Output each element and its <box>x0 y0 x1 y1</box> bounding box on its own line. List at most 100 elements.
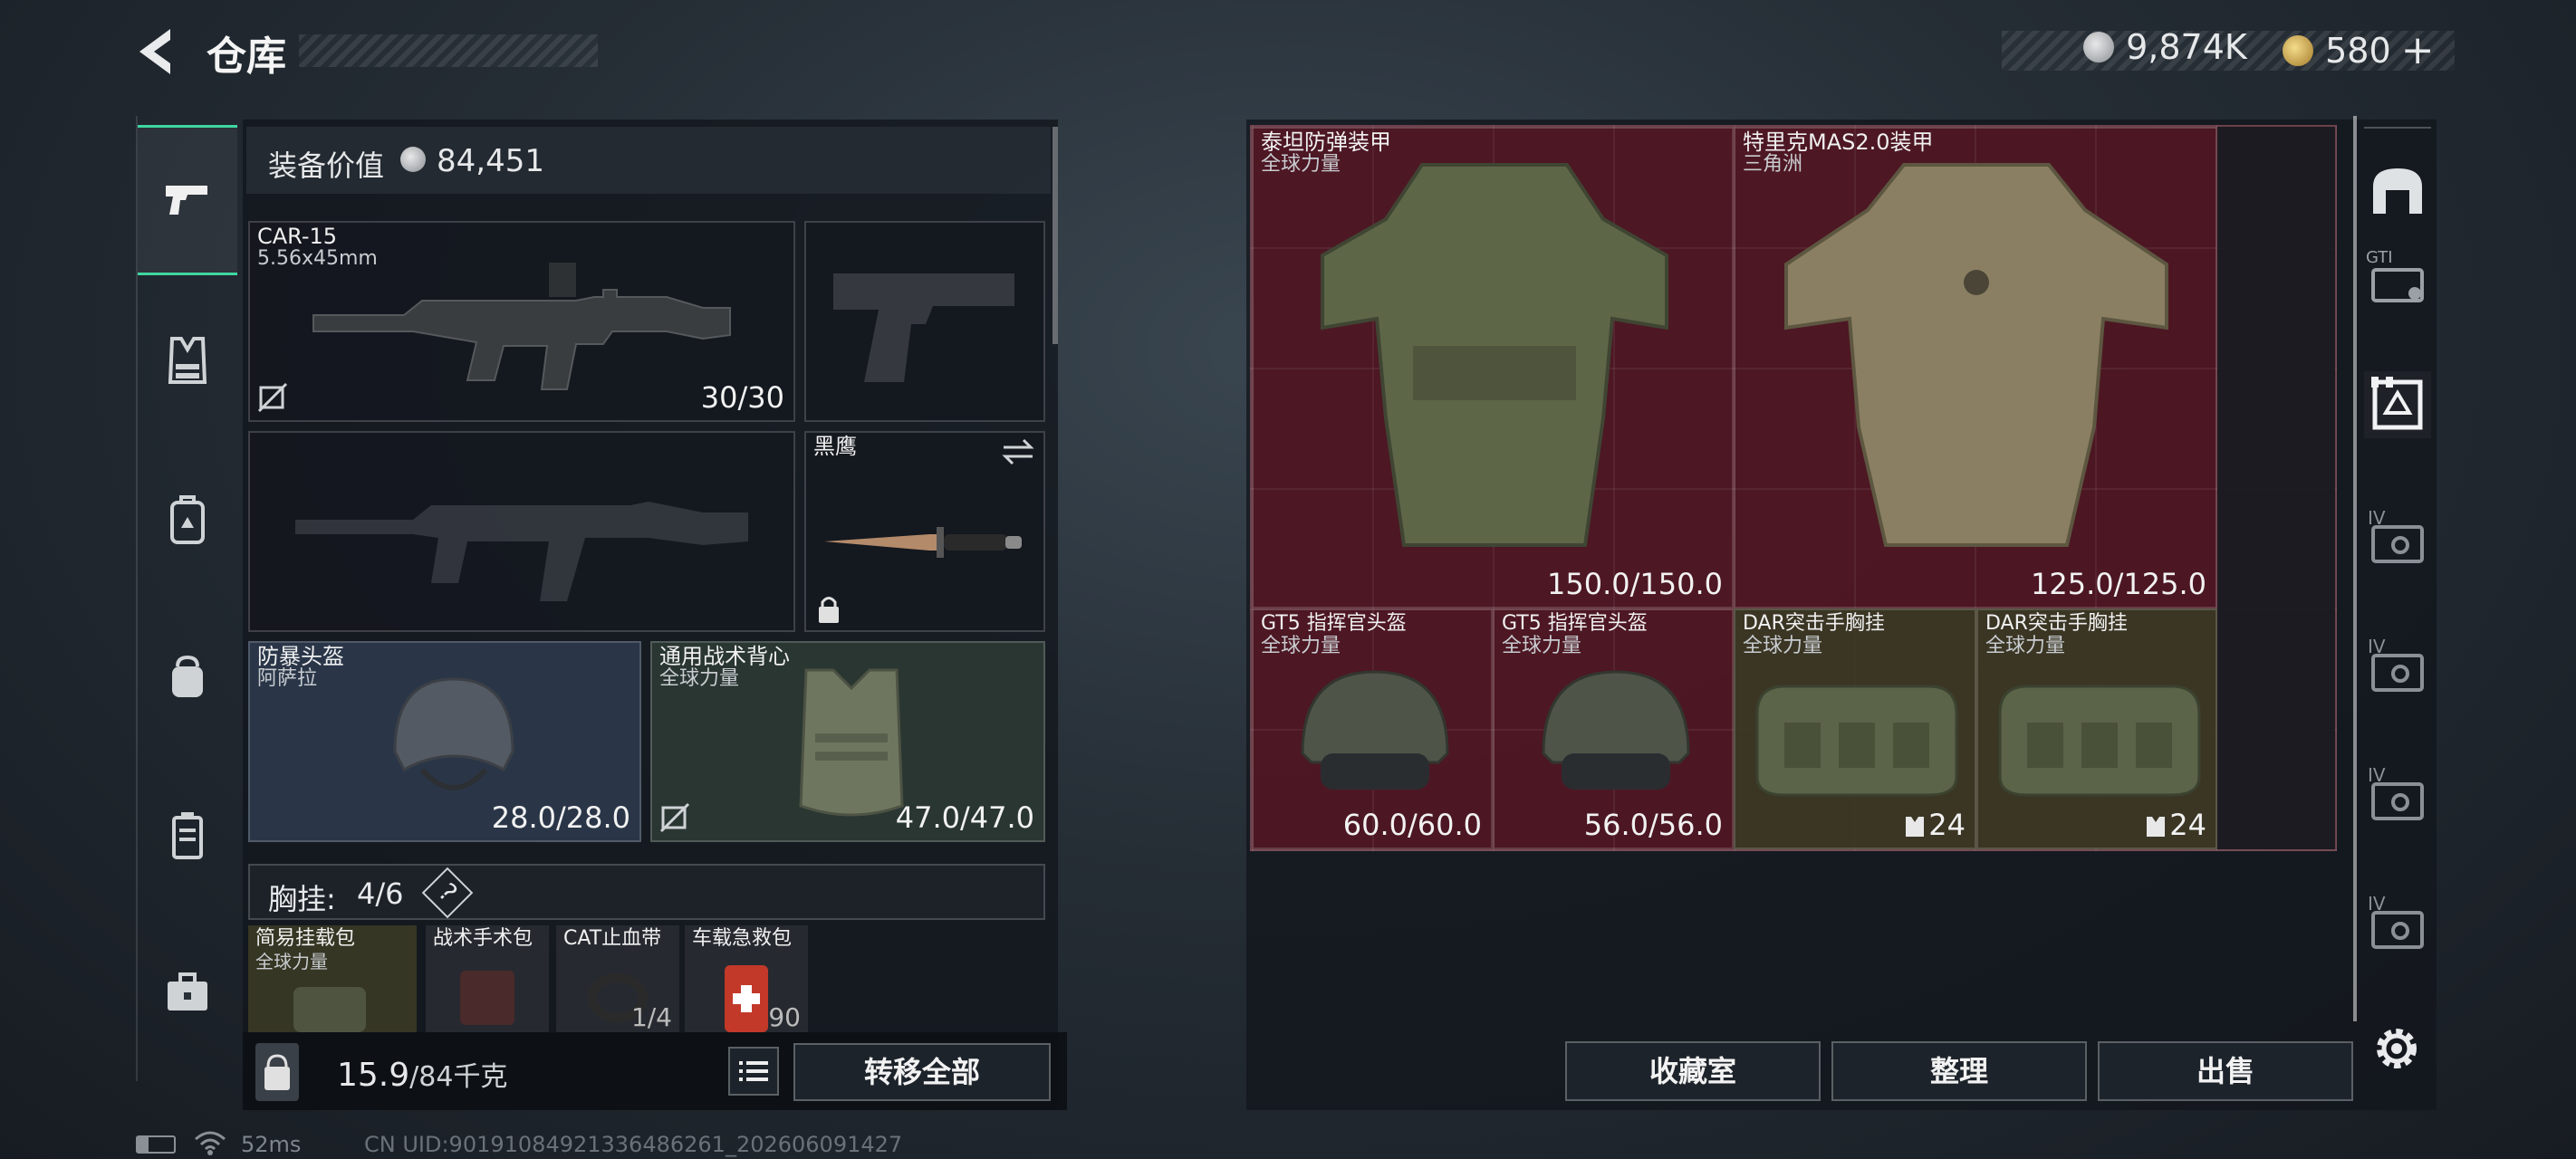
chest-rig-count: 4/6 <box>357 876 404 911</box>
equipment-value: 84,451 <box>437 143 544 179</box>
page-title: 仓库 <box>207 34 286 80</box>
item-durability: 56.0/56.0 <box>1583 808 1723 842</box>
armor-image <box>1321 163 1668 547</box>
settings-button[interactable] <box>2369 1021 2424 1076</box>
vest-icon <box>168 337 207 384</box>
armor-name: 通用战术背心 <box>659 644 790 669</box>
silver-currency: 9,874K <box>2083 27 2247 72</box>
sidearm-slot[interactable] <box>804 221 1045 422</box>
user-uid: CN UID:90191084921336486261_202606091427 <box>364 1132 903 1157</box>
storage-tab-label: IV <box>2368 764 2386 786</box>
add-currency-button[interactable]: + <box>2401 27 2435 73</box>
storage-tab-gti[interactable]: GTI <box>2364 248 2431 311</box>
lock-icon <box>819 597 839 623</box>
nav-item-case[interactable] <box>138 809 237 863</box>
nav-item-toolbox[interactable] <box>138 967 237 1018</box>
melee-slot[interactable]: 黑鹰 <box>804 431 1045 632</box>
item-faction: 全球力量 <box>1985 635 2066 657</box>
helmet-durability: 28.0/28.0 <box>491 800 630 835</box>
storage-tab-iv-4[interactable]: IV <box>2364 893 2431 956</box>
pouch-icon <box>172 655 203 697</box>
backpack-icon <box>170 495 205 544</box>
armor-filter-icon <box>2371 377 2423 430</box>
storage-tab-iv-1[interactable]: IV <box>2364 507 2431 570</box>
item-name: DAR突击手胸挂 <box>1743 612 1885 635</box>
knife-image <box>824 527 1022 558</box>
battery-icon <box>136 1135 176 1154</box>
sell-button[interactable]: 出售 <box>2098 1041 2353 1101</box>
secondary-weapon-slot[interactable] <box>248 431 795 632</box>
title-underline-decoration <box>299 34 598 67</box>
toolbox-icon <box>168 972 207 1011</box>
helmet-slot[interactable]: 防暴头盔 阿萨拉 28.0/28.0 <box>248 641 641 842</box>
equipment-value-label: 装备价值 <box>268 148 385 183</box>
item-name: GT5 指挥官头盔 <box>1261 612 1407 635</box>
rig-item-name: 简易挂载包 <box>255 927 356 950</box>
gold-currency-value: 580 <box>2325 30 2391 71</box>
storage-item-gt5-helmet-2[interactable]: GT5 指挥官头盔 全球力量 56.0/56.0 <box>1493 608 1734 849</box>
rig-item-count: 1/4 <box>630 1002 672 1032</box>
helmet-image <box>393 677 514 790</box>
left-nav <box>136 116 237 1081</box>
storage-tab-iv-3[interactable]: IV <box>2364 764 2431 828</box>
weight-readout: 15.9/84千克 <box>337 1054 507 1094</box>
rig-item-name: 战术手术包 <box>433 927 533 950</box>
storage-item-titan-armor[interactable]: 泰坦防弹装甲 全球力量 150.0/150.0 <box>1252 127 1734 608</box>
melee-name: 黑鹰 <box>813 434 857 459</box>
storage-item-dar-rig-2[interactable]: DAR突击手胸挂 全球力量 24 <box>1976 608 2217 849</box>
armor-faction: 全球力量 <box>659 667 740 690</box>
storage-tab-label: GTI <box>2366 248 2393 267</box>
item-capacity: 24 <box>1928 808 1966 842</box>
first-aid-kit-image <box>725 965 768 1032</box>
armor-durability: 47.0/47.0 <box>895 800 1034 835</box>
storage-tab-label: IV <box>2368 893 2386 915</box>
list-icon <box>739 1061 768 1081</box>
storage-tab-label: IV <box>2368 636 2386 657</box>
storage-tab-iv-2[interactable]: IV <box>2364 636 2431 699</box>
storage-item-gt5-helmet-1[interactable]: GT5 指挥官头盔 全球力量 60.0/60.0 <box>1252 608 1493 849</box>
storage-item-tric-armor[interactable]: 特里克MAS2.0装甲 三角洲 125.0/125.0 <box>1734 127 2217 608</box>
nav-item-backpack[interactable] <box>138 492 237 546</box>
sort-button[interactable]: 整理 <box>1831 1041 2087 1101</box>
rig-item-count: 90 <box>768 1002 801 1032</box>
nav-item-equipment[interactable] <box>138 125 237 275</box>
storage-tab-armor[interactable] <box>2364 371 2431 438</box>
pistol-placeholder-icon <box>833 273 1014 382</box>
item-faction: 全球力量 <box>1743 635 1823 657</box>
pistol-icon <box>166 186 207 215</box>
no-insurance-icon <box>257 382 288 413</box>
armor-slot[interactable]: 通用战术背心 全球力量 47.0/47.0 <box>650 641 1045 842</box>
swap-icon[interactable] <box>1000 436 1036 467</box>
list-view-button[interactable] <box>728 1047 779 1096</box>
nav-item-pouch[interactable] <box>138 650 237 704</box>
storage-item-dar-rig-1[interactable]: DAR突击手胸挂 全球力量 24 <box>1734 608 1976 849</box>
armor-image <box>1784 163 2168 547</box>
rig-item-1[interactable]: 简易挂载包 全球力量 <box>248 925 417 1032</box>
rig-item-3[interactable]: CAT止血带 1/4 <box>556 925 679 1032</box>
weight-current: 15.9 <box>337 1057 410 1094</box>
back-arrow-icon <box>139 29 170 74</box>
storage-tab-home[interactable] <box>2364 159 2431 223</box>
chest-rig-help-button[interactable]: ? <box>421 867 474 919</box>
primary-weapon-slot[interactable]: CAR-15 5.56x45mm 30/30 <box>248 221 795 422</box>
item-name: DAR突击手胸挂 <box>1985 612 2128 635</box>
silver-currency-value: 9,874K <box>2126 27 2247 67</box>
storage-tab-label: IV <box>2368 507 2386 529</box>
back-button[interactable] <box>127 20 181 83</box>
rifle-image <box>312 263 731 390</box>
weight-icon <box>264 1054 290 1090</box>
equipment-scrollbar[interactable] <box>1053 127 1058 344</box>
rig-item-2[interactable]: 战术手术包 <box>426 925 549 1032</box>
case-icon <box>172 812 203 859</box>
vest-image <box>799 668 904 817</box>
home-icon <box>2373 168 2422 214</box>
helmet-name: 防暴头盔 <box>257 644 344 669</box>
nav-item-vest[interactable] <box>138 333 237 388</box>
collection-room-button[interactable]: 收藏室 <box>1565 1041 1821 1101</box>
transfer-all-button[interactable]: 转移全部 <box>793 1043 1051 1101</box>
ping-value: 52ms <box>241 1132 302 1157</box>
rig-item-4[interactable]: 车载急救包 90 <box>685 925 808 1032</box>
item-durability: 125.0/125.0 <box>2031 567 2206 601</box>
chest-rig-label: 胸挂: <box>268 882 336 916</box>
helmet-image <box>1542 670 1690 790</box>
